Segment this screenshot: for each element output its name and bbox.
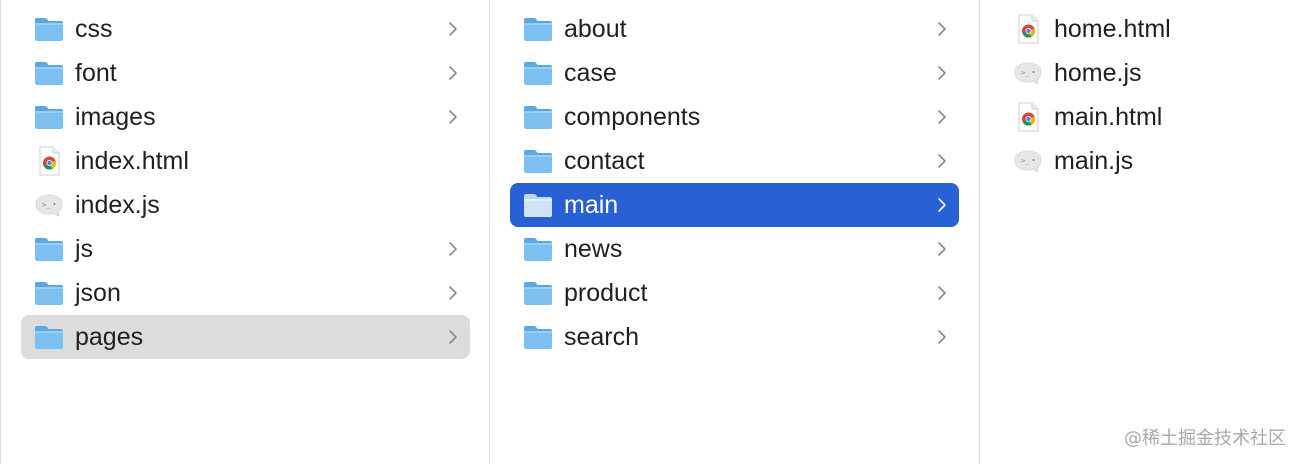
svg-text:>_: >_	[1021, 69, 1030, 77]
svg-text:>_: >_	[42, 201, 51, 209]
file-item-index-html[interactable]: index.html	[21, 139, 470, 183]
svg-text:>_: >_	[1021, 157, 1030, 165]
folder-icon	[522, 101, 554, 133]
folder-item-about[interactable]: about	[510, 7, 959, 51]
folder-icon	[33, 321, 65, 353]
folder-item-font[interactable]: font	[21, 51, 470, 95]
chevron-right-icon	[448, 65, 458, 81]
folder-item-js[interactable]: js	[21, 227, 470, 271]
item-label: product	[564, 279, 648, 307]
folder-item-news[interactable]: news	[510, 227, 959, 271]
folder-icon	[33, 57, 65, 89]
folder-item-case[interactable]: case	[510, 51, 959, 95]
item-label: font	[75, 59, 117, 87]
item-label: json	[75, 279, 121, 307]
item-label: main.html	[1054, 103, 1163, 131]
file-item-index-js[interactable]: >_ index.js	[21, 183, 470, 227]
folder-icon	[522, 321, 554, 353]
folder-icon	[522, 233, 554, 265]
chevron-right-icon	[448, 21, 458, 37]
item-label: about	[564, 15, 627, 43]
item-label: news	[564, 235, 623, 263]
chevron-right-icon	[937, 109, 947, 125]
folder-item-pages[interactable]: pages	[21, 315, 470, 359]
item-label: contact	[564, 147, 645, 175]
folder-icon	[522, 13, 554, 45]
chevron-right-icon	[937, 197, 947, 213]
folder-item-css[interactable]: css	[21, 7, 470, 51]
folder-icon	[522, 189, 554, 221]
js-file-icon: >_	[1012, 145, 1044, 177]
js-file-icon: >_	[1012, 57, 1044, 89]
folder-icon	[522, 57, 554, 89]
chevron-right-icon	[937, 153, 947, 169]
column-browser: css font images index.html >_ index.js js json p…	[0, 0, 1302, 464]
file-item-main-js[interactable]: >_ main.js	[1000, 139, 1280, 183]
chevron-right-icon	[448, 329, 458, 345]
column-root[interactable]: css font images index.html >_ index.js js json p…	[0, 0, 490, 464]
item-label: main	[564, 191, 619, 219]
chevron-right-icon	[937, 65, 947, 81]
js-file-icon: >_	[33, 189, 65, 221]
item-label: home.html	[1054, 15, 1171, 43]
folder-icon	[522, 277, 554, 309]
folder-icon	[33, 233, 65, 265]
item-label: images	[75, 103, 156, 131]
item-label: main.js	[1054, 147, 1134, 175]
folder-item-contact[interactable]: contact	[510, 139, 959, 183]
folder-icon	[33, 101, 65, 133]
chevron-right-icon	[937, 241, 947, 257]
folder-icon	[33, 277, 65, 309]
folder-item-search[interactable]: search	[510, 315, 959, 359]
column-pages[interactable]: about case components contact main news produc…	[490, 0, 980, 464]
folder-item-components[interactable]: components	[510, 95, 959, 139]
item-label: index.html	[75, 147, 189, 175]
html-file-icon	[1012, 101, 1044, 133]
folder-icon	[33, 13, 65, 45]
chevron-right-icon	[937, 329, 947, 345]
chevron-right-icon	[448, 109, 458, 125]
file-item-main-html[interactable]: main.html	[1000, 95, 1280, 139]
item-label: css	[75, 15, 113, 43]
item-label: pages	[75, 323, 144, 351]
chevron-right-icon	[448, 241, 458, 257]
folder-item-product[interactable]: product	[510, 271, 959, 315]
chevron-right-icon	[448, 285, 458, 301]
folder-item-main[interactable]: main	[510, 183, 959, 227]
folder-icon	[522, 145, 554, 177]
item-label: index.js	[75, 191, 160, 219]
folder-item-json[interactable]: json	[21, 271, 470, 315]
folder-item-images[interactable]: images	[21, 95, 470, 139]
html-file-icon	[33, 145, 65, 177]
column-main[interactable]: home.html >_ home.js main.html >_ main.js	[980, 0, 1302, 464]
watermark: @稀土掘金技术社区	[1124, 428, 1286, 449]
file-item-home-html[interactable]: home.html	[1000, 7, 1280, 51]
chevron-right-icon	[937, 285, 947, 301]
item-label: search	[564, 323, 640, 351]
item-label: js	[75, 235, 94, 263]
chevron-right-icon	[937, 21, 947, 37]
file-item-home-js[interactable]: >_ home.js	[1000, 51, 1280, 95]
item-label: components	[564, 103, 701, 131]
item-label: case	[564, 59, 617, 87]
item-label: home.js	[1054, 59, 1142, 87]
html-file-icon	[1012, 13, 1044, 45]
